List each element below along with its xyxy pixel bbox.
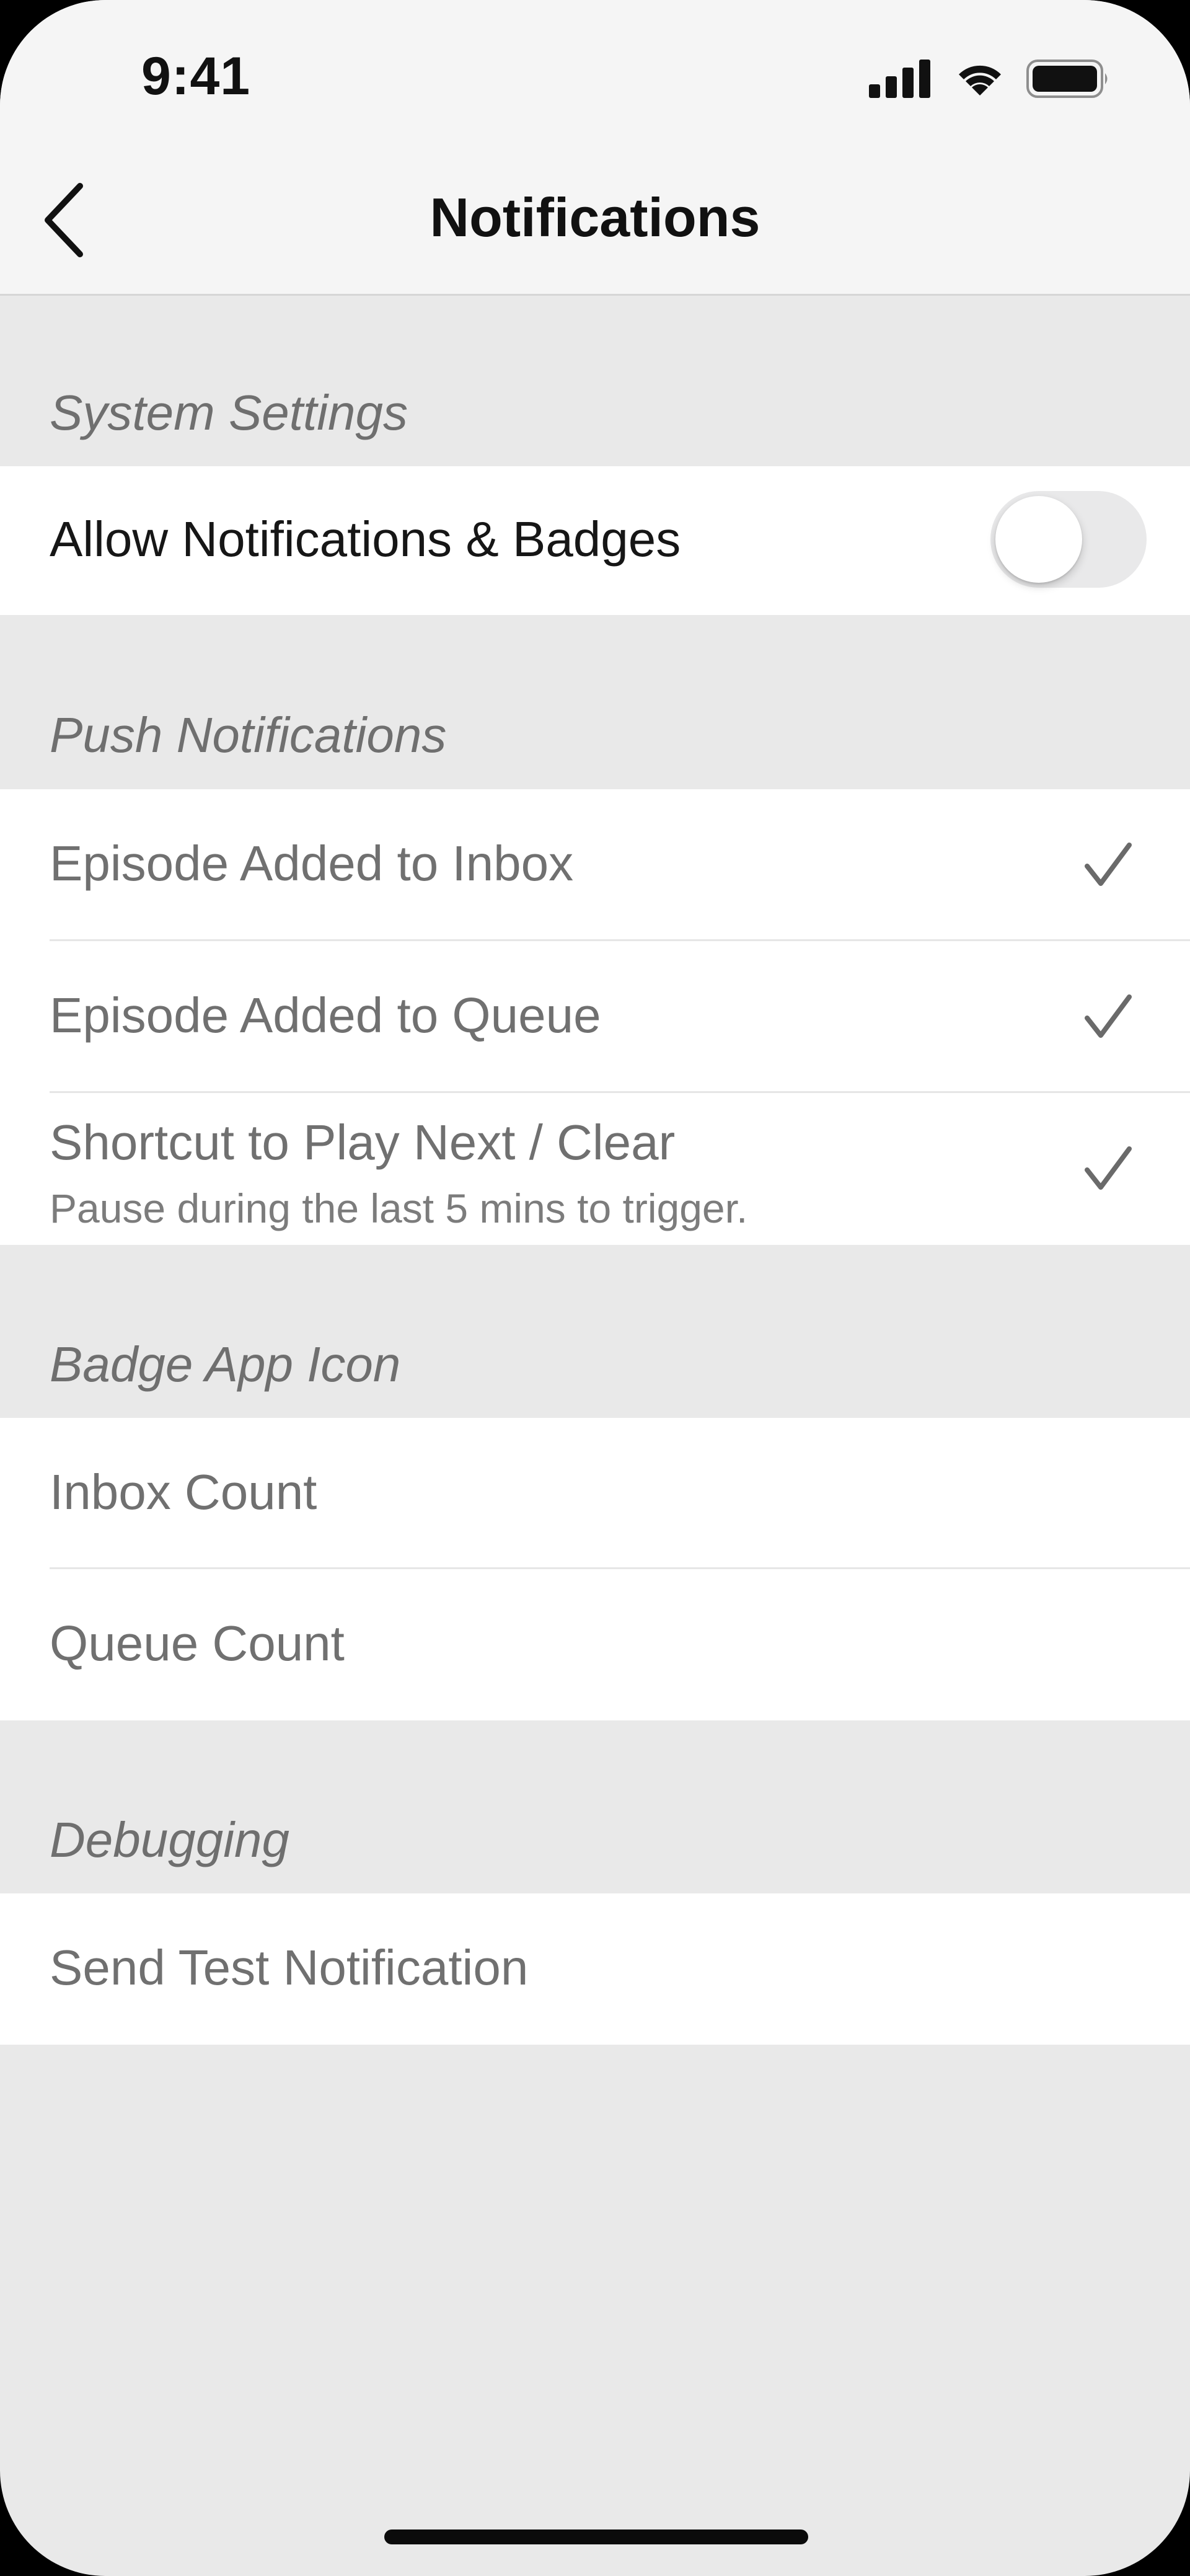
page-title: Notifications xyxy=(430,187,760,248)
row-label: Episode Added to Inbox xyxy=(50,836,574,891)
section-header-push-notifications: Push Notifications xyxy=(50,707,447,763)
toggle-knob xyxy=(995,496,1082,583)
row-label: Episode Added to Queue xyxy=(50,988,601,1043)
system-settings-group: Allow Notifications & Badges xyxy=(0,466,1190,615)
list-item-shortcut-play-next[interactable]: Shortcut to Play Next / Clear Pause duri… xyxy=(0,1093,1190,1245)
list-item-episode-added-inbox[interactable]: Episode Added to Inbox xyxy=(0,789,1190,941)
allow-notifications-label: Allow Notifications & Badges xyxy=(50,511,681,567)
row-label: Queue Count xyxy=(50,1616,345,1671)
row-label: Send Test Notification xyxy=(50,1940,529,1995)
row-label: Shortcut to Play Next / Clear xyxy=(50,1115,676,1170)
debugging-group: Send Test Notification xyxy=(0,1893,1190,2045)
list-item-send-test-notification[interactable]: Send Test Notification xyxy=(0,1893,1190,2045)
list-item-queue-count[interactable]: Queue Count xyxy=(0,1569,1190,1720)
home-indicator xyxy=(384,2530,808,2544)
checkmark-icon xyxy=(1085,994,1132,1038)
row-label: Inbox Count xyxy=(50,1464,317,1520)
allow-notifications-row[interactable]: Allow Notifications & Badges xyxy=(0,466,1190,615)
section-header-debugging: Debugging xyxy=(50,1812,289,1867)
checkmark-icon xyxy=(1085,843,1132,886)
status-time: 9:41 xyxy=(141,46,251,106)
push-notifications-group: Episode Added to Inbox Episode Added to … xyxy=(0,789,1190,1245)
wifi-icon xyxy=(959,65,1001,95)
row-sublabel: Pause during the last 5 mins to trigger. xyxy=(50,1185,748,1231)
allow-notifications-toggle[interactable] xyxy=(990,491,1147,588)
section-header-badge-app-icon: Badge App Icon xyxy=(50,1337,401,1392)
list-item-inbox-count[interactable]: Inbox Count xyxy=(0,1418,1190,1569)
list-item-episode-added-queue[interactable]: Episode Added to Queue xyxy=(0,941,1190,1093)
phone-screen: 9:41 Notifications System Settings Allow… xyxy=(0,0,1190,2576)
cellular-signal-icon xyxy=(869,60,930,98)
badge-app-icon-group: Inbox Count Queue Count xyxy=(0,1418,1190,1720)
section-header-system-settings: System Settings xyxy=(50,385,408,440)
battery-icon xyxy=(1026,60,1108,98)
nav-header: 9:41 Notifications xyxy=(0,0,1190,296)
checkmark-icon xyxy=(1085,1146,1132,1190)
